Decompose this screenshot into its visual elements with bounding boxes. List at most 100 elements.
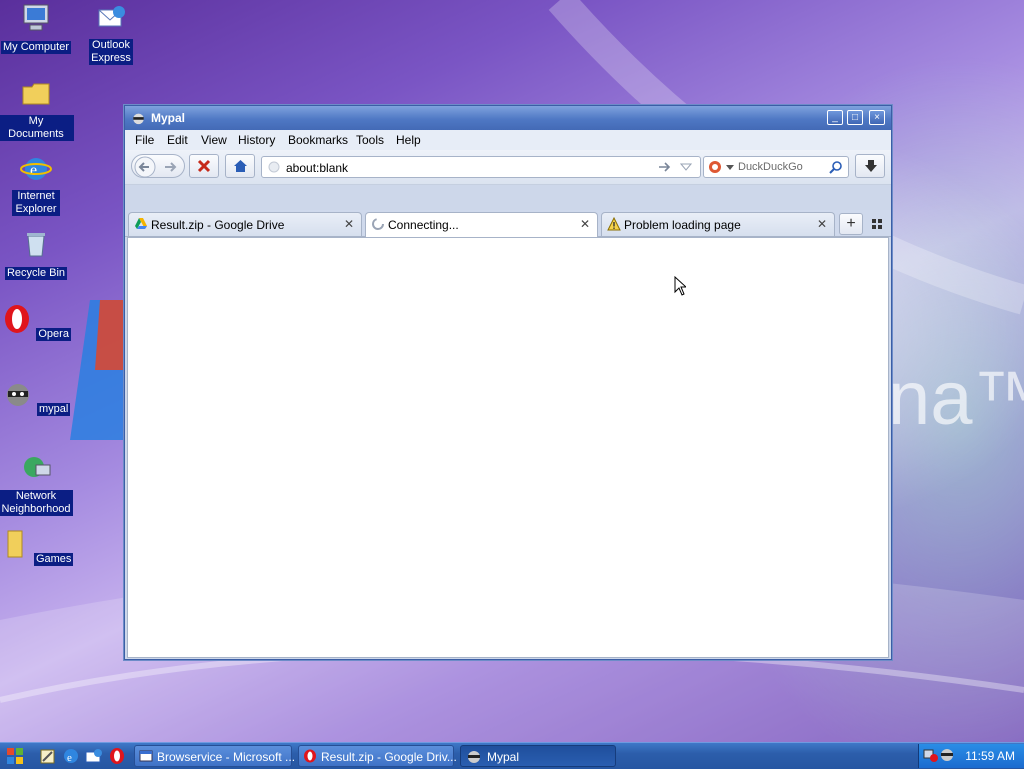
desktop-icon-outlook-express[interactable]: Outlook Express: [73, 2, 149, 65]
menu-bookmarks[interactable]: Bookmarks: [288, 133, 348, 147]
raccoon-icon: [6, 384, 29, 406]
clock[interactable]: 11:59 AM: [965, 749, 1015, 763]
new-tab-button[interactable]: +: [839, 213, 863, 235]
page-globe-icon: [268, 161, 280, 173]
quicklaunch-opera-icon[interactable]: [108, 747, 126, 765]
browser-window: Mypal _ □ × File Edit View History Bookm…: [124, 105, 892, 660]
tab-connecting[interactable]: Connecting... ✕: [365, 212, 598, 237]
forward-arrow-icon[interactable]: [162, 159, 178, 175]
quicklaunch-notepad-icon[interactable]: [38, 747, 56, 765]
desktop-icon-label: Games: [33, 553, 74, 566]
desktop-icon-label: My Documents: [0, 115, 74, 141]
desktop-icon-my-computer[interactable]: My Computer: [0, 2, 74, 54]
menu-help[interactable]: Help: [396, 133, 421, 147]
quicklaunch-outlook-icon[interactable]: [84, 747, 102, 765]
desktop-icon-mypal[interactable]: mypal: [0, 378, 74, 416]
window-title: Mypal: [151, 111, 186, 125]
desktop-icon-label: Network Neighborhood: [0, 490, 73, 516]
desktop-icon-label: Opera: [36, 328, 71, 341]
tab-close-icon[interactable]: ✕: [580, 217, 590, 231]
tab-label: Connecting...: [388, 218, 459, 232]
desktop-icon-label: mypal: [37, 403, 71, 416]
taskbar-button-browservice[interactable]: Browservice - Microsoft ...: [134, 745, 296, 767]
google-drive-icon: [135, 218, 147, 229]
taskbar-button-mypal[interactable]: Mypal: [460, 745, 616, 767]
maximize-button[interactable]: □: [847, 110, 863, 125]
taskbar-button-label: Result.zip - Google Driv...: [321, 750, 457, 764]
loading-spinner-icon: [372, 218, 384, 230]
page-content[interactable]: [127, 237, 889, 658]
network-icon: [24, 457, 51, 477]
svg-text:e: e: [67, 752, 72, 764]
navigation-toolbar: about:blank DuckDuckGo: [125, 150, 891, 185]
window-titlebar[interactable]: Mypal _ □ ×: [125, 106, 891, 130]
search-placeholder: DuckDuckGo: [738, 161, 803, 173]
url-text: about:blank: [286, 161, 349, 175]
outlook-express-icon: [98, 6, 125, 27]
recycle-bin-icon: [27, 233, 45, 257]
back-arrow-icon[interactable]: [134, 156, 156, 178]
engine-dropdown-icon[interactable]: [726, 165, 734, 171]
minimize-button[interactable]: _: [827, 110, 843, 125]
opera-icon: [304, 749, 316, 763]
tab-problem-loading[interactable]: Problem loading page ✕: [601, 212, 835, 236]
menu-tools[interactable]: Tools: [356, 133, 384, 147]
desktop-icon-label: Recycle Bin: [4, 267, 68, 280]
computer-icon: [23, 4, 49, 31]
games-folder-icon: [7, 530, 23, 558]
tab-label: Result.zip - Google Drive: [151, 218, 285, 232]
downloads-button[interactable]: [855, 154, 885, 178]
menu-edit[interactable]: Edit: [167, 133, 188, 147]
folder-icon: [22, 83, 50, 105]
tray-app-icon[interactable]: [939, 747, 955, 763]
taskbar-button-result-zip[interactable]: Result.zip - Google Driv...: [298, 745, 457, 767]
internet-explorer-icon: e: [20, 158, 52, 180]
search-icon[interactable]: [829, 160, 843, 174]
start-menu-icon[interactable]: [6, 747, 24, 765]
desktop-icon-my-documents[interactable]: My Documents: [0, 78, 74, 141]
quicklaunch-ie-icon[interactable]: e: [62, 747, 80, 765]
menu-file[interactable]: File: [135, 133, 154, 147]
network-status-icon[interactable]: [923, 747, 939, 763]
warning-icon: [607, 217, 621, 231]
opera-icon: [5, 305, 30, 333]
menu-bar: File Edit View History Bookmarks Tools H…: [125, 130, 891, 150]
duckduckgo-icon: [709, 161, 721, 173]
desktop-icon-label: Outlook Express: [89, 39, 133, 65]
mypal-icon: [133, 113, 144, 125]
menu-view[interactable]: View: [201, 133, 227, 147]
taskbar: e Browservice - Microsoft ... Result.zip…: [0, 742, 1024, 769]
wallpaper-logo-text: na™: [888, 356, 1024, 441]
tab-google-drive[interactable]: Result.zip - Google Drive ✕: [128, 212, 362, 236]
close-button[interactable]: ×: [869, 110, 885, 125]
desktop-icon-opera[interactable]: Opera: [0, 303, 74, 341]
desktop-icon-games[interactable]: Games: [0, 528, 74, 566]
taskbar-button-label: Browservice - Microsoft ...: [157, 750, 296, 764]
desktop-icon-internet-explorer[interactable]: e Internet Explorer: [0, 153, 74, 216]
tab-strip: Result.zip - Google Drive ✕ Connecting..…: [125, 210, 891, 237]
tab-close-icon[interactable]: ✕: [817, 217, 827, 231]
go-arrow-icon[interactable]: [658, 161, 672, 173]
desktop-icon-label: Internet Explorer: [12, 190, 60, 216]
menu-history[interactable]: History: [238, 133, 275, 147]
download-arrow-icon: [865, 160, 877, 172]
tab-label: Problem loading page: [624, 218, 741, 232]
desktop-icon-label: My Computer: [0, 41, 72, 54]
system-tray: 11:59 AM: [918, 744, 1024, 768]
window-app-icon: [139, 750, 153, 762]
url-bar[interactable]: about:blank: [261, 156, 701, 178]
tab-groups-icon[interactable]: [872, 219, 882, 229]
mypal-icon: [468, 751, 480, 763]
tab-close-icon[interactable]: ✕: [344, 217, 354, 231]
mouse-cursor-icon: [674, 276, 686, 296]
home-button[interactable]: [225, 154, 255, 178]
home-icon: [234, 160, 247, 172]
desktop-icon-recycle-bin[interactable]: Recycle Bin: [0, 228, 74, 280]
search-bar[interactable]: DuckDuckGo: [703, 156, 849, 178]
back-forward-group: [131, 154, 185, 178]
taskbar-button-label: Mypal: [487, 750, 520, 764]
stop-button[interactable]: [189, 154, 219, 178]
stop-x-icon: [197, 159, 211, 173]
desktop-icon-network-neighborhood[interactable]: Network Neighborhood: [0, 453, 74, 516]
url-dropdown-icon[interactable]: [680, 162, 692, 172]
